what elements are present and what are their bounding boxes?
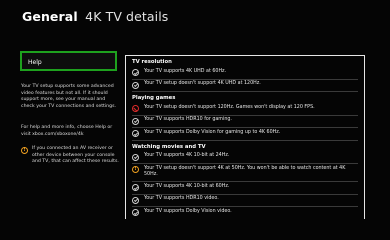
details-section: Watching movies and TV Your TV supports 4… [126,143,364,219]
detail-text: Your TV supports Dolby Vision for gaming… [144,129,281,135]
detail-text: Your TV supports HDR10 for gaming. [144,117,232,122]
detail-text: Your TV setup doesn't support 4K UHD at … [144,81,261,86]
section-heading: TV resolution [132,59,172,65]
checkmark-icon [132,184,139,192]
checkmark-icon [132,69,139,76]
detail-text: Your TV supports 4K UHD at 60Hz. [144,68,227,74]
detail-row: Your TV supports Dolby Vision for gaming… [132,128,358,141]
setup-info-text: Your TV setup supports some advanced vid… [21,84,117,109]
section-title: General [22,9,78,24]
detail-row: Your TV supports Dolby Vision video. [132,207,358,219]
detail-row: Your TV setup doesn't support 4K UHD at … [132,80,358,92]
detail-text: Your TV setup doesn't support 120Hz. Gam… [144,104,315,110]
detail-text: Your TV supports Dolby Vision video. [144,208,232,214]
tv-details-panel[interactable]: TV resolution Your TV supports 4K UHD at … [125,55,365,219]
help-button[interactable]: Help [20,51,117,71]
not-supported-icon [132,105,139,112]
page-subtitle: 4K TV details [85,9,169,24]
detail-text: Your TV setup doesn't support 4K at 50Hz… [144,165,346,178]
detail-row: Your TV supports 4K 10-bit at 60Hz. [132,182,358,195]
checkmark-icon [132,81,139,89]
detail-row: Your TV supports 4K 10-bit at 24Hz. [132,152,358,164]
detail-text: Your TV supports HDR10 video. [144,196,219,202]
detail-row: Your TV setup doesn't support 4K at 50Hz… [132,164,358,183]
checkmark-icon [132,130,139,137]
detail-text: Your TV supports 4K 10-bit at 24Hz. [144,153,230,158]
checkmark-icon [132,117,139,125]
detail-row: Your TV supports HDR10 video. [132,195,358,208]
warning-icon [21,146,28,154]
section-heading: Watching movies and TV [132,143,206,150]
section-heading: Playing games [132,95,176,101]
detail-row: Your TV setup doesn't support 120Hz. Gam… [132,103,358,116]
warning-icon [132,166,139,173]
help-info-text: For help and more info, choose Help or v… [21,125,113,137]
checkmark-icon [132,209,139,217]
warning-text: If you connected an AV receiver or other… [32,146,119,165]
checkmark-icon [132,196,139,204]
details-section: Playing games Your TV setup doesn't suppo… [126,95,364,141]
details-section: TV resolution Your TV supports 4K UHD at … [126,59,364,92]
checkmark-icon [132,153,139,161]
page-title: General 4K TV details [22,9,168,24]
av-receiver-warning: If you connected an AV receiver or other… [21,146,119,166]
detail-text: Your TV supports 4K 10-bit at 60Hz. [144,183,230,189]
detail-row: Your TV supports 4K UHD at 60Hz. [132,67,358,80]
detail-row: Your TV supports HDR10 for gaming. [132,116,358,128]
